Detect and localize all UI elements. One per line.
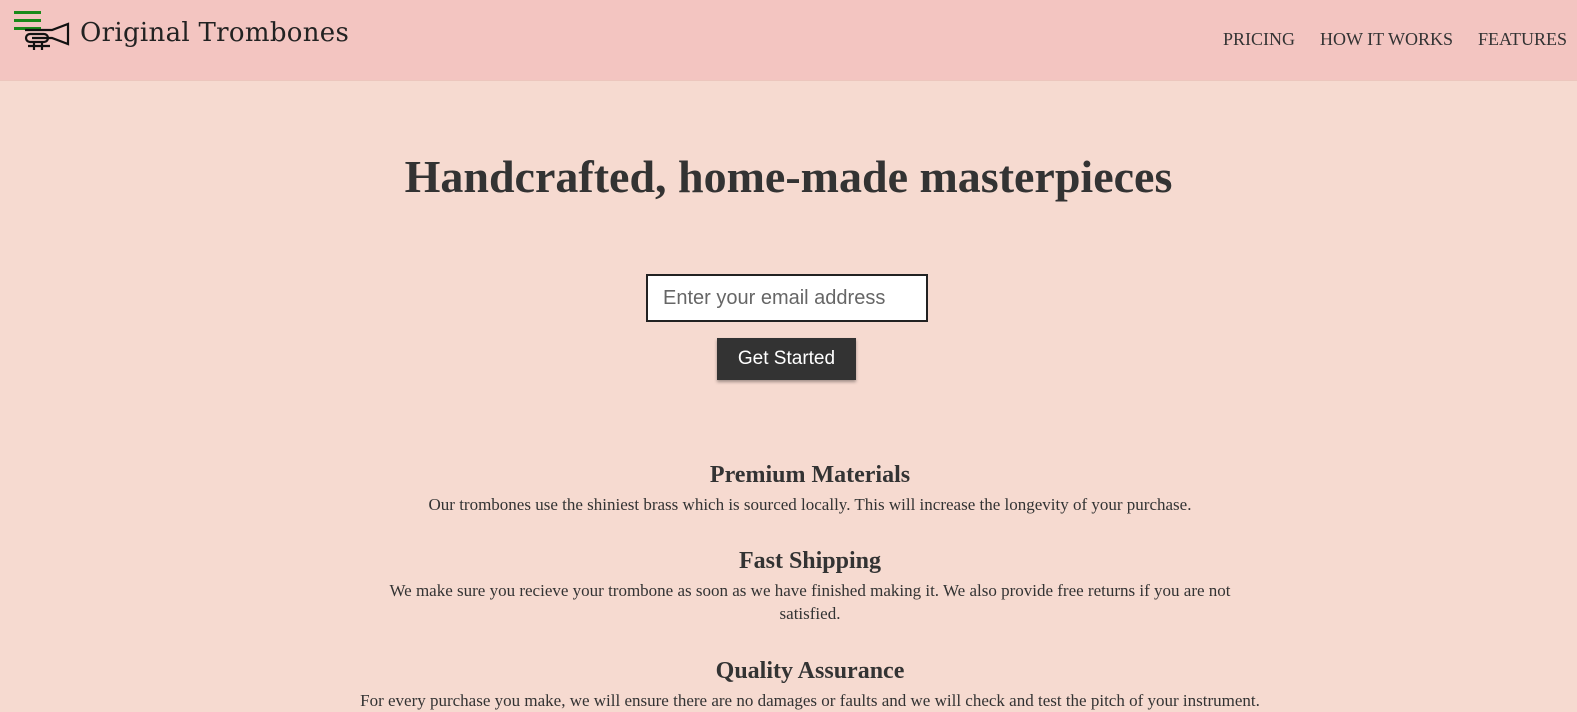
feature-description: We make sure you recieve your trombone a… xyxy=(389,581,1231,623)
get-started-button[interactable]: Get Started xyxy=(717,338,856,380)
feature-premium-materials: Premium Materials Our trombones use the … xyxy=(360,462,1260,516)
brand-name[interactable]: Original Trombones xyxy=(80,18,349,48)
site-header: Original Trombones PRICING HOW IT WORKS … xyxy=(0,0,1577,81)
nav-link-how-it-works[interactable]: HOW IT WORKS xyxy=(1320,29,1453,50)
feature-title: Quality Assurance xyxy=(715,658,905,684)
feature-title: Premium Materials xyxy=(709,462,911,488)
hero-title: Handcrafted, home-made masterpieces xyxy=(404,151,1173,202)
nav-link-features[interactable]: FEATURES xyxy=(1478,29,1567,50)
feature-fast-shipping: Fast Shipping We make sure you recieve y… xyxy=(360,548,1260,625)
feature-description: For every purchase you make, we will ens… xyxy=(360,691,1260,710)
feature-description: Our trombones use the shiniest brass whi… xyxy=(428,495,1192,514)
trombone-icon xyxy=(24,22,70,50)
feature-quality-assurance: Quality Assurance For every purchase you… xyxy=(360,658,1260,712)
email-input[interactable] xyxy=(646,274,928,322)
main-nav: PRICING HOW IT WORKS FEATURES xyxy=(1198,29,1567,50)
feature-title: Fast Shipping xyxy=(738,548,882,574)
nav-link-pricing[interactable]: PRICING xyxy=(1223,29,1295,50)
